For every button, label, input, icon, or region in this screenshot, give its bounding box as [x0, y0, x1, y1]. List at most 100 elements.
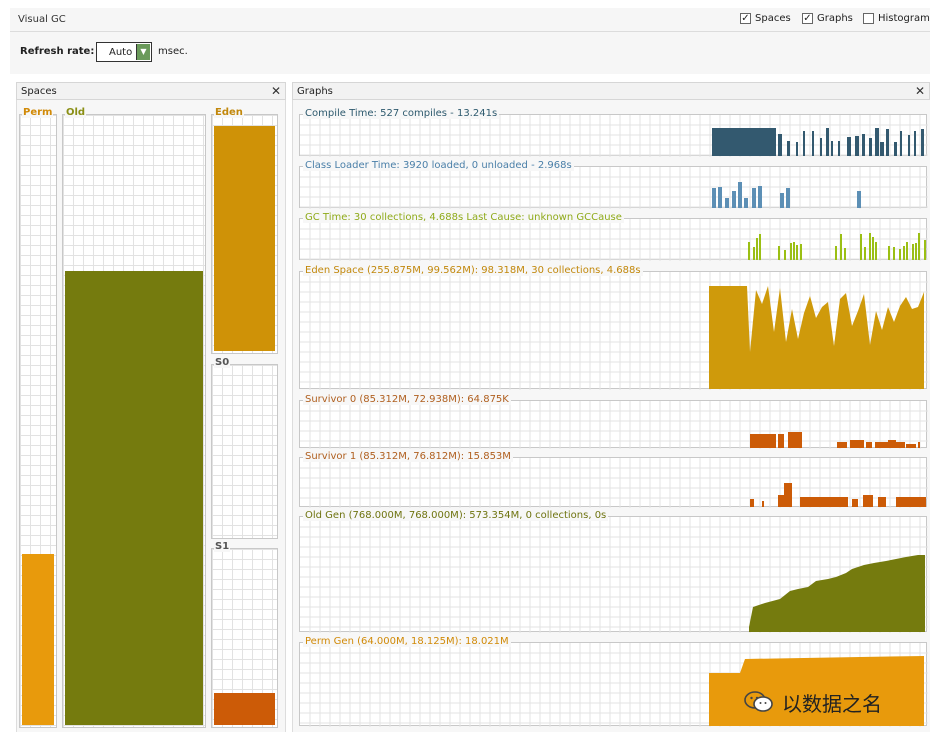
gc-time-bar	[903, 246, 905, 260]
survivor-1-bar	[878, 497, 886, 507]
eden-space-label: Eden	[214, 107, 244, 118]
class-loader-time-bar	[857, 191, 861, 208]
compile-time-bar	[820, 138, 822, 156]
class-loader-time-bar	[738, 182, 742, 208]
survivor-1-bar	[784, 483, 792, 507]
close-icon[interactable]: ✕	[915, 84, 925, 98]
dropdown-arrow-icon[interactable]: ▼	[136, 44, 150, 60]
spaces-checkbox[interactable]: ✓	[740, 13, 751, 24]
gc-time-title: GC Time: 30 collections, 4.688s Last Cau…	[303, 212, 624, 223]
old-gen-graph: Old Gen (768.000M, 768.000M): 573.354M, …	[299, 510, 928, 633]
gc-time-bar	[756, 238, 758, 260]
eden-space-title: Eden Space (255.875M, 99.562M): 98.318M,…	[303, 265, 643, 276]
compile-time-bar	[812, 131, 814, 156]
gc-time-bar	[860, 234, 862, 260]
gc-time-bar	[899, 249, 901, 260]
compile-time-bar	[778, 134, 782, 156]
compile-time-bar	[831, 141, 833, 156]
class-loader-time-bar	[786, 188, 790, 208]
spaces-toggle[interactable]: ✓ Spaces	[740, 13, 791, 24]
survivor-0-graph: Survivor 0 (85.312M, 72.938M): 64.875K	[299, 394, 928, 449]
perm-space	[19, 114, 57, 728]
gc-time-bar	[869, 233, 871, 260]
class-loader-time-bar	[744, 198, 748, 208]
survivor-0-bar	[866, 442, 872, 448]
gc-time-graph: GC Time: 30 collections, 4.688s Last Cau…	[299, 212, 928, 261]
close-icon[interactable]: ✕	[271, 84, 281, 98]
gc-time-bar	[790, 243, 792, 260]
class-loader-time-graph: Class Loader Time: 3920 loaded, 0 unload…	[299, 160, 928, 209]
compile-time-bar	[894, 142, 897, 156]
eden-space-area	[709, 286, 924, 389]
graphs-toggle[interactable]: ✓ Graphs	[802, 13, 853, 24]
compile-time-bar	[886, 129, 889, 156]
gc-time-bar	[759, 234, 761, 260]
gc-time-bar	[893, 247, 895, 260]
graphs-panel-header: Graphs ✕	[292, 82, 930, 100]
compile-time-bar	[787, 141, 790, 156]
gc-time-bar	[793, 242, 795, 260]
compile-time-bar	[826, 128, 829, 156]
gc-time-bar	[748, 242, 750, 260]
refresh-rate-row: Refresh rate: Auto ▼ msec.	[10, 32, 930, 74]
gc-time-bar	[844, 248, 846, 260]
refresh-rate-unit: msec.	[158, 46, 188, 57]
compile-time-bar	[862, 134, 865, 156]
survivor-0-bar	[788, 432, 802, 448]
class-loader-time-bar	[758, 186, 762, 208]
class-loader-time-bar	[712, 188, 716, 208]
gc-time-bar	[864, 247, 866, 260]
gc-time-bar	[784, 250, 786, 260]
gc-time-bar	[840, 234, 842, 260]
s1-space	[211, 548, 278, 728]
survivor-0-bar	[778, 434, 784, 448]
gc-time-bar	[915, 243, 917, 260]
eden-space-fill	[214, 126, 275, 351]
gc-time-bar	[912, 244, 914, 260]
survivor-0-bar	[750, 434, 776, 448]
perm-space-fill	[22, 554, 54, 725]
refresh-rate-label: Refresh rate:	[20, 46, 95, 57]
eden-space-plot	[300, 272, 928, 390]
histogram-checkbox[interactable]	[863, 13, 874, 24]
survivor-1-bar	[896, 497, 926, 507]
class-loader-time-bar	[718, 187, 722, 208]
s1-space-fill	[214, 693, 275, 725]
gc-time-bar	[835, 246, 837, 260]
class-loader-time-title: Class Loader Time: 3920 loaded, 0 unload…	[303, 160, 574, 171]
eden-space-graph: Eden Space (255.875M, 99.562M): 98.318M,…	[299, 265, 928, 390]
refresh-rate-select[interactable]: Auto ▼	[96, 42, 152, 62]
survivor-1-bar	[762, 501, 764, 507]
graphs-checkbox[interactable]: ✓	[802, 13, 813, 24]
old-space-label: Old	[65, 107, 87, 118]
survivor-1-bar	[863, 495, 873, 507]
class-loader-time-bar	[780, 193, 784, 208]
compile-time-bar	[855, 136, 859, 156]
s0-space-label: S0	[214, 357, 231, 368]
class-loader-time-bar	[752, 188, 756, 208]
compile-time-graph: Compile Time: 527 compiles - 13.241s	[299, 108, 928, 157]
gc-time-bar	[778, 246, 780, 260]
compile-time-bar	[796, 142, 798, 156]
survivor-1-title: Survivor 1 (85.312M, 76.812M): 15.853M	[303, 451, 513, 462]
compile-time-bar	[838, 141, 840, 156]
compile-time-bar	[900, 131, 902, 156]
histogram-toggle[interactable]: Histogram	[863, 13, 930, 24]
eden-space	[211, 114, 278, 354]
graphs-panel-title: Graphs	[297, 86, 333, 97]
compile-time-bar	[914, 131, 916, 156]
compile-time-bar	[875, 128, 879, 156]
compile-time-bar	[869, 138, 872, 156]
s1-space-label: S1	[214, 541, 231, 552]
compile-time-bar	[908, 135, 910, 156]
survivor-0-title: Survivor 0 (85.312M, 72.938M): 64.875K	[303, 394, 511, 405]
watermark: 以数据之名	[744, 682, 924, 722]
survivor-1-graph: Survivor 1 (85.312M, 76.812M): 15.853M	[299, 451, 928, 508]
compile-time-bar	[921, 129, 924, 156]
gc-time-plot	[300, 219, 928, 261]
gc-time-bar	[906, 242, 908, 260]
class-loader-time-bar	[725, 198, 729, 208]
compile-time-bar	[712, 128, 776, 156]
watermark-text: 以数据之名	[782, 691, 882, 716]
survivor-0-bar	[850, 440, 864, 448]
